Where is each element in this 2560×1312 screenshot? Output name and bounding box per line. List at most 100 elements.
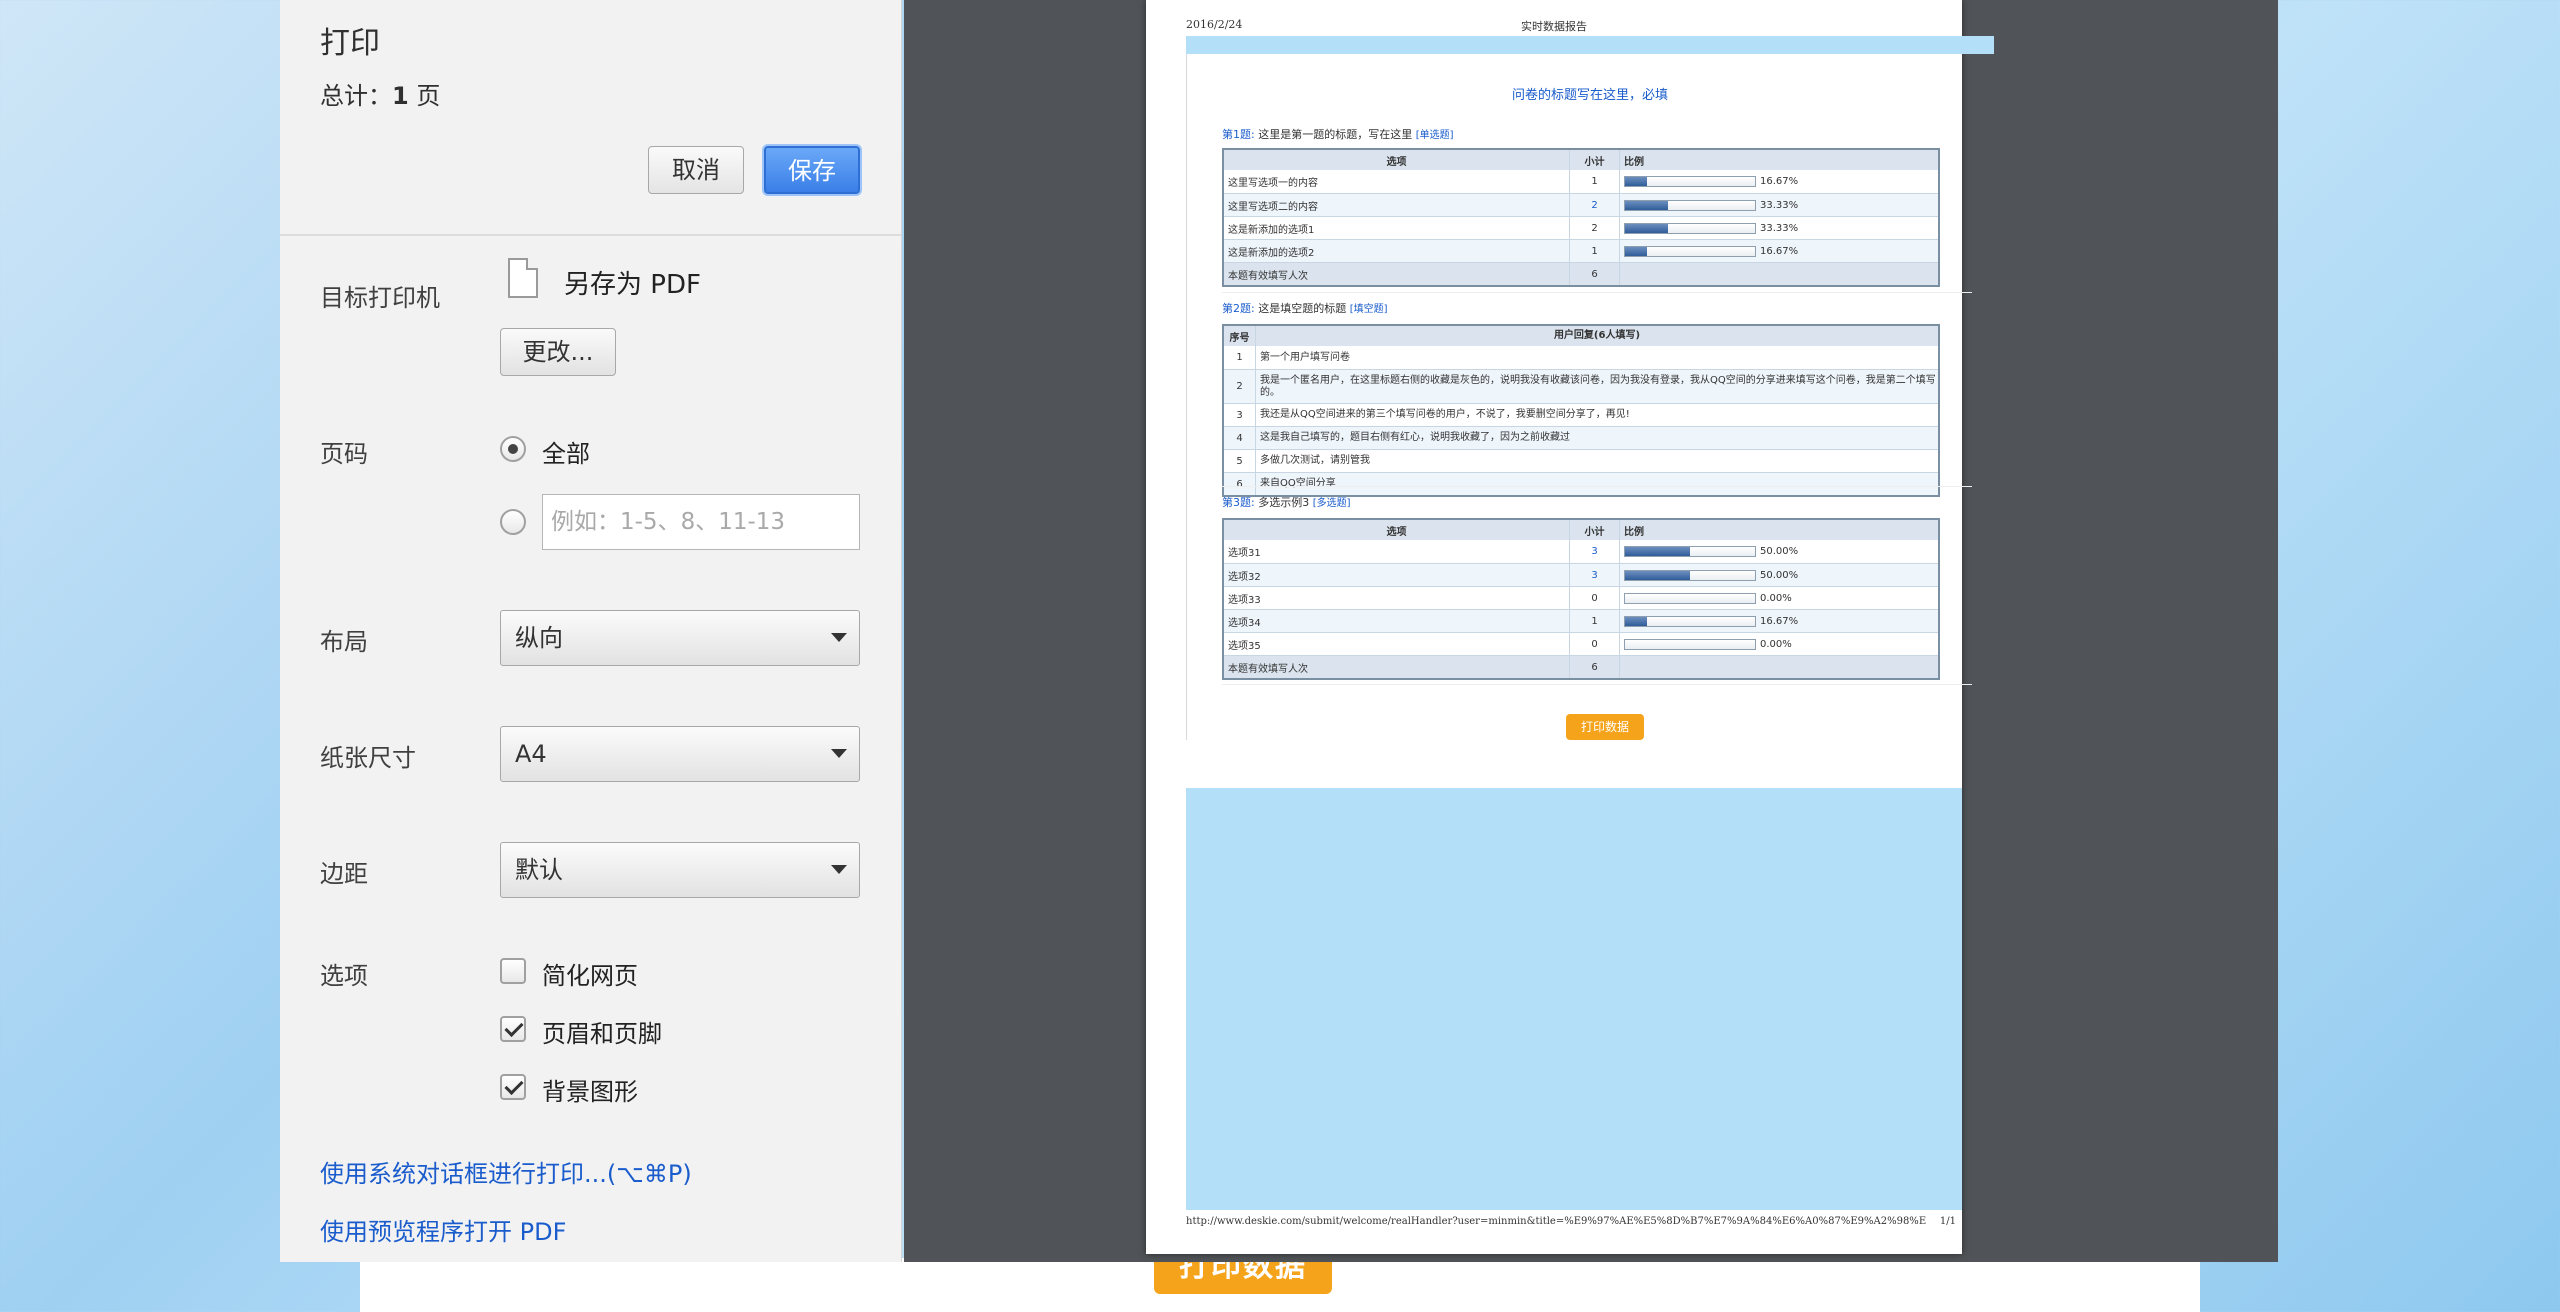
percent-value: 50.00% (1760, 569, 1799, 581)
progress-bar-fill (1625, 616, 1647, 626)
pages-all-radio[interactable] (500, 436, 526, 462)
option-count: 3 (1570, 540, 1620, 563)
page-range-input[interactable]: 例如：1-5、8、11-13 (542, 494, 860, 550)
progress-bar-fill (1625, 246, 1647, 256)
table-row: 6 来自QQ空间分享 (1224, 472, 1938, 495)
table-row: 5 多做几次测试，请别管我 (1224, 449, 1938, 472)
simplify-page-checkbox[interactable] (500, 958, 526, 984)
progress-bar (1624, 615, 1756, 627)
option-ratio: 0.00% (1620, 633, 1938, 655)
percent-value: 33.33% (1760, 199, 1799, 211)
options-label: 选项 (320, 962, 368, 990)
count-value: 3 (1591, 546, 1598, 557)
simplify-page-label: 简化网页 (542, 962, 638, 990)
question-1-rows: 这里写选项一的内容 1 16.67% 这里写选项二的内容 2 33.33% 这是新添加的选项… (1224, 170, 1938, 262)
option-count: 3 (1570, 564, 1620, 586)
question-1-table: 选项 小计 比例 这里写选项一的内容 1 16.67% 这里写选项二的内容 2 33.33… (1222, 148, 1940, 287)
layout-select[interactable]: 纵向 (500, 610, 860, 666)
print-settings-panel: 打印 总计：1 页 取消 保存 目标打印机 另存为 PDF 更改... 页码 全… (280, 0, 902, 1262)
question-3-table: 选项 小计 比例 选项31 3 50.00% 选项32 3 50.00% 选项33 0 0.00… (1222, 518, 1940, 680)
table-row: 选项35 0 0.00% (1224, 632, 1938, 655)
table-row: 选项34 1 16.67% (1224, 609, 1938, 632)
option-ratio: 50.00% (1620, 540, 1938, 563)
pages-custom-radio[interactable] (500, 509, 526, 535)
progress-bar (1624, 176, 1756, 187)
headers-footers-checkbox[interactable] (500, 1016, 526, 1042)
margins-select[interactable]: 默认 (500, 842, 860, 898)
row-number: 3 (1224, 404, 1256, 426)
save-button[interactable]: 保存 (764, 146, 860, 194)
option-label: 选项33 (1224, 587, 1570, 609)
option-label: 这是新添加的选项1 (1224, 217, 1570, 239)
option-ratio: 16.67% (1620, 610, 1938, 632)
footer-count: 6 (1570, 263, 1620, 285)
background-graphics-checkbox[interactable] (500, 1074, 526, 1100)
table-row: 2 我是一个匿名用户，在这里标题右侧的收藏是灰色的，说明我没有收藏该问卷，因为我没… (1224, 369, 1938, 403)
progress-bar-fill (1625, 200, 1669, 210)
page-total: 总计：1 页 (320, 76, 440, 111)
option-label: 选项35 (1224, 633, 1570, 655)
question-text: 这里是第一题的标题，写在这里 (1258, 128, 1413, 141)
column-header: 选项 (1224, 150, 1570, 170)
margins-value: 默认 (515, 856, 563, 884)
column-header: 比例 (1624, 526, 1644, 538)
destination-value: 另存为 PDF (564, 270, 701, 300)
option-count: 0 (1570, 587, 1620, 609)
response-text: 来自QQ空间分享 (1260, 478, 1336, 489)
table-row: 这是新添加的选项1 2 33.33% (1224, 216, 1938, 239)
table-row: 选项33 0 0.00% (1224, 586, 1938, 609)
table-header-row: 选项 小计 比例 (1224, 150, 1938, 170)
layout-value: 纵向 (515, 624, 563, 652)
print-title: 打印 (320, 26, 380, 61)
option-count: 1 (1570, 240, 1620, 262)
percent-value: 50.00% (1760, 546, 1799, 557)
option-label: 这里写选项二的内容 (1224, 194, 1570, 216)
row-number: 1 (1224, 346, 1256, 369)
footer-empty (1620, 263, 1938, 285)
change-destination-button[interactable]: 更改... (500, 328, 616, 376)
count-value: 2 (1591, 199, 1598, 211)
print-data-button[interactable]: 打印数据 (1566, 714, 1644, 740)
table-row: 这是新添加的选项2 1 16.67% (1224, 239, 1938, 262)
column-header: 序号 (1224, 326, 1256, 346)
question-type: [单选题] (1415, 130, 1454, 141)
percent-value: 16.67% (1760, 615, 1799, 627)
percent-value: 0.00% (1760, 638, 1792, 650)
paper-size-select[interactable]: A4 (500, 726, 860, 782)
option-ratio: 50.00% (1620, 564, 1938, 586)
progress-bar (1624, 638, 1756, 650)
question-2-table: 序号 用户回复(6人填写) 1 第一个用户填写问卷 2 我是一个匿名用户，在这里标题右… (1222, 324, 1940, 497)
margins-label: 边距 (320, 860, 368, 888)
table-header-row: 选项 小计 比例 (1224, 520, 1938, 540)
paper-size-value: A4 (515, 740, 547, 768)
cancel-button[interactable]: 取消 (648, 146, 744, 194)
column-header: 用户回复(6人填写) (1553, 330, 1641, 341)
table-row: 这里写选项一的内容 1 16.67% (1224, 170, 1938, 193)
open-in-preview-link[interactable]: 使用预览程序打开 PDF (320, 1212, 566, 1247)
option-count: 1 (1570, 610, 1620, 632)
column-header: 小计 (1570, 520, 1620, 540)
progress-bar (1624, 569, 1756, 581)
option-label: 这里写选项一的内容 (1224, 170, 1570, 193)
survey-title: 问卷的标题写在这里，必填 (1511, 88, 1668, 103)
option-count: 2 (1570, 194, 1620, 216)
count-value: 1 (1591, 245, 1598, 257)
chevron-down-icon (831, 865, 847, 874)
response-text: 第一个用户填写问卷 (1260, 351, 1350, 363)
question-number: 第2题: (1222, 302, 1255, 315)
progress-bar (1624, 592, 1756, 604)
system-dialog-link[interactable]: 使用系统对话框进行打印...(⌥⌘P) (320, 1154, 692, 1189)
count-value: 3 (1591, 569, 1598, 581)
option-ratio: 0.00% (1620, 587, 1938, 609)
table-row: 选项31 3 50.00% (1224, 540, 1938, 563)
footer-count: 6 (1570, 656, 1620, 678)
total-count: 1 (392, 82, 409, 110)
column-header: 选项 (1224, 520, 1570, 540)
table-footer-row: 本题有效填写人次 6 (1224, 655, 1938, 678)
percent-value: 16.67% (1760, 245, 1799, 257)
footer-page-number: 1/1 (1939, 1216, 1956, 1227)
question-2-rows: 1 第一个用户填写问卷 2 我是一个匿名用户，在这里标题右侧的收藏是灰色的，说明我没有… (1224, 346, 1938, 495)
question-2-heading: 第2题: 这是填空题的标题 [填空题] (1222, 300, 1388, 316)
total-unit: 页 (408, 82, 441, 110)
option-count: 2 (1570, 217, 1620, 239)
